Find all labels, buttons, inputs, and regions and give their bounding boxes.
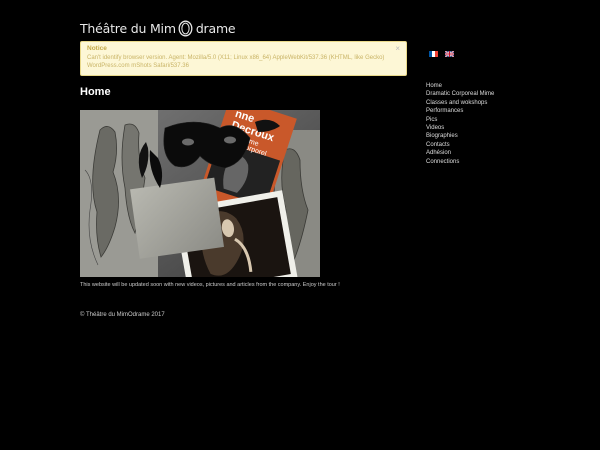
uk-flag-icon[interactable] xyxy=(445,51,454,57)
nav-item-performances[interactable]: Performances xyxy=(426,107,494,115)
paper-sheet xyxy=(130,177,224,259)
notice-title: Notice xyxy=(87,45,107,52)
nav-item-home[interactable]: Home xyxy=(426,82,494,90)
nav-item-classes[interactable]: Classes and wokshops xyxy=(426,99,494,107)
site-title-part-2: drame xyxy=(195,20,236,36)
nav-item-contacts[interactable]: Contacts xyxy=(426,141,494,149)
language-switcher xyxy=(429,51,454,57)
nav-item-dramatic-corporeal-mime[interactable]: Dramatic Corporeal Mime xyxy=(426,90,494,98)
nav-item-videos[interactable]: Videos xyxy=(426,124,494,132)
browser-notice: Notice Can't identify browser version. A… xyxy=(80,41,407,76)
nav-item-adhesion[interactable]: Adhésion xyxy=(426,149,494,157)
theatre-mask-logo-icon xyxy=(178,20,193,36)
site-logo[interactable]: Théâtre du Mim drame xyxy=(80,18,236,38)
notice-text: Can't identify browser version. Agent: M… xyxy=(87,54,385,70)
hero-photo: nne Decroux ime orporel xyxy=(80,110,320,277)
nav-item-pics[interactable]: Pics xyxy=(426,116,494,124)
page-title: Home xyxy=(80,86,111,98)
footer-copyright: © Théâtre du MimOdrame 2017 xyxy=(80,312,165,318)
nav-item-biographies[interactable]: Biographies xyxy=(426,132,494,140)
main-navigation: Home Dramatic Corporeal Mime Classes and… xyxy=(426,82,494,166)
nav-item-connections[interactable]: Connections xyxy=(426,158,494,166)
site-title-part-1: Théâtre du Mim xyxy=(80,20,176,36)
french-flag-icon[interactable] xyxy=(429,51,438,57)
intro-text: This website will be updated soon with n… xyxy=(80,282,340,288)
close-icon[interactable]: × xyxy=(395,45,400,53)
